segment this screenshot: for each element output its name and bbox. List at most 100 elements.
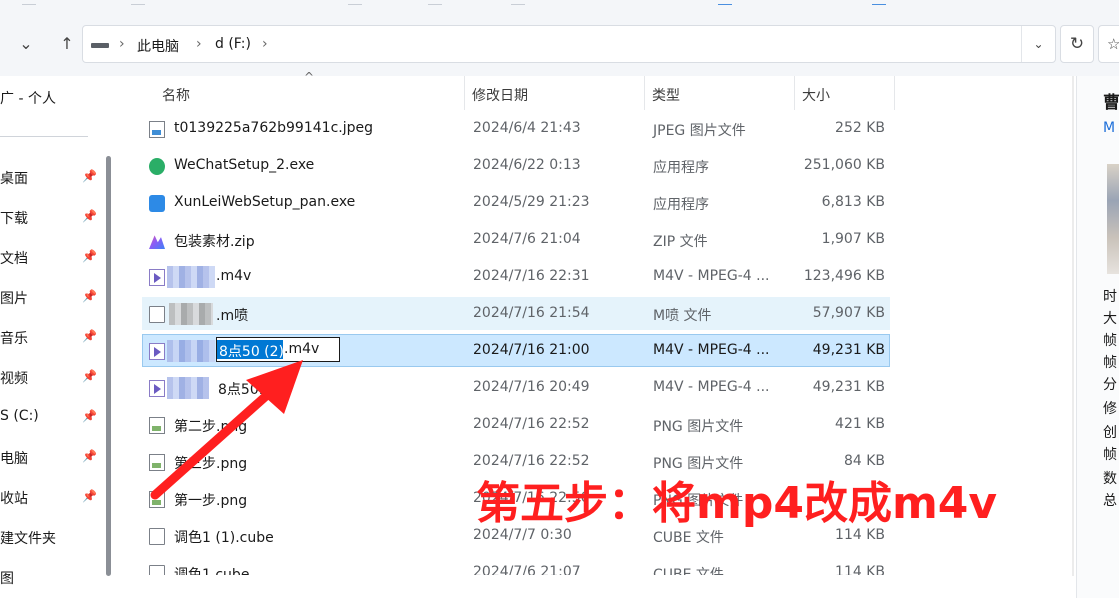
file-type: M4V - MPEG-4 ... [653, 379, 770, 395]
title-bar-strip [0, 0, 1119, 12]
nav-item-label: 电脑 [0, 451, 28, 467]
nav-item-downloads[interactable]: 下载 📌 [0, 204, 100, 230]
png-file-icon [149, 491, 165, 508]
file-date: 2024/7/16 22:31 [473, 268, 590, 284]
column-divider[interactable] [464, 76, 465, 110]
rename-extension: .m4v [284, 341, 320, 357]
file-row[interactable]: 8点50.m4v 2024/7/16 20:49 M4V - MPEG-4 ..… [142, 371, 890, 404]
column-header-size[interactable]: 大小 [802, 85, 830, 105]
file-row[interactable]: WeChatSetup_2.exe 2024/6/22 0:13 应用程序 25… [142, 149, 890, 182]
file-type: M4V - MPEG-4 ... [653, 342, 770, 358]
details-property: 时 [1103, 289, 1117, 305]
chevron-down-icon[interactable]: ⌄ [1021, 26, 1055, 62]
details-property: 总 [1103, 493, 1117, 509]
redacted-filename [167, 377, 209, 399]
search-box[interactable]: ☆ [1098, 25, 1119, 63]
pin-icon: 📌 [82, 169, 97, 183]
nav-item-os-c[interactable]: S (C:) 📌 [0, 404, 100, 430]
details-property: 数 [1103, 471, 1117, 487]
nav-item-label: 视频 [0, 371, 28, 387]
file-date: 2024/7/6 21:07 [473, 564, 581, 576]
breadcrumb-drive-f[interactable]: d (F:) [215, 36, 251, 52]
nav-item-desktop[interactable]: 桌面 📌 [0, 164, 100, 190]
column-divider[interactable] [794, 76, 795, 110]
file-name: 调色1 (1).cube [174, 530, 274, 546]
file-row[interactable]: XunLeiWebSetup_pan.exe 2024/5/29 21:23 应… [142, 186, 890, 219]
file-date: 2024/6/4 21:43 [473, 120, 581, 136]
breadcrumb-separator: › [262, 36, 268, 52]
file-row[interactable]: t0139225a762b99141c.jpeg 2024/6/4 21:43 … [142, 112, 890, 145]
file-row[interactable]: .m喷 2024/7/16 21:54 M喷 文件 57,907 KB [142, 297, 890, 330]
nav-item-new-folder[interactable]: 建文件夹 [0, 524, 100, 550]
details-pane: 曹 M 时 大 帧 帧 分 修 创 帧 数 总 [1076, 76, 1119, 598]
wechat-icon [149, 158, 165, 175]
column-divider[interactable] [644, 76, 645, 110]
file-row[interactable]: 包装素材.zip 2024/7/6 21:04 ZIP 文件 1,907 KB [142, 223, 890, 256]
rename-input[interactable]: 8点50 (2) .m4v [216, 337, 340, 362]
file-size: 421 KB [835, 416, 885, 432]
file-type: 应用程序 [653, 197, 709, 213]
nav-item-recycle-bin[interactable]: 收站 📌 [0, 484, 100, 510]
nav-item-label: 图 [0, 571, 14, 587]
nav-onedrive-title[interactable]: 广 - 个人 [0, 88, 56, 108]
file-name: 第一步.png [174, 493, 248, 509]
file-type: ZIP 文件 [653, 234, 708, 250]
document-icon [149, 528, 165, 545]
drive-icon [91, 43, 109, 48]
list-scrollbar[interactable] [1072, 76, 1074, 576]
nav-item-gif[interactable]: 图 [0, 564, 100, 590]
nav-item-label: 桌面 [0, 171, 28, 187]
nav-item-this-pc[interactable]: 电脑 📌 [0, 444, 100, 470]
pin-icon: 📌 [82, 449, 97, 463]
file-row-selected[interactable]: 8点50 (2) .m4v 2024/7/16 21:00 M4V - MPEG… [142, 334, 890, 367]
video-file-icon [149, 380, 165, 397]
nav-item-documents[interactable]: 文档 📌 [0, 244, 100, 270]
sort-ascending-icon: ^ [304, 70, 315, 84]
xunlei-icon [149, 195, 165, 212]
nav-item-pictures[interactable]: 图片 📌 [0, 284, 100, 310]
recent-locations-chevron-icon[interactable]: ⌄ [14, 32, 38, 56]
file-type: M4V - MPEG-4 ... [653, 268, 770, 284]
nav-scrollbar[interactable] [104, 76, 114, 576]
file-size: 6,813 KB [821, 194, 885, 210]
scrollbar-thumb[interactable] [106, 156, 111, 576]
refresh-icon[interactable]: ↻ [1060, 25, 1094, 63]
details-property: 帧 [1103, 447, 1117, 463]
file-size: 57,907 KB [812, 305, 885, 321]
details-property: 分 [1103, 377, 1117, 393]
up-arrow-icon[interactable]: ↑ [55, 32, 79, 56]
file-date: 2024/7/16 21:00 [473, 342, 590, 358]
nav-item-videos[interactable]: 视频 📌 [0, 364, 100, 390]
file-row[interactable]: 第二步.png 2024/7/16 22:52 PNG 图片文件 421 KB [142, 408, 890, 441]
png-file-icon [149, 417, 165, 434]
annotation-step-five: 第五步：将mp4改成m4v [476, 478, 998, 529]
file-row[interactable]: 调色1.cube 2024/7/6 21:07 CUBE 文件 114 KB [142, 556, 890, 576]
breadcrumb-this-pc[interactable]: 此电脑 [137, 36, 179, 56]
file-name: .m4v [216, 268, 252, 284]
column-divider[interactable] [894, 76, 895, 110]
column-header-date[interactable]: 修改日期 [472, 85, 528, 105]
column-header-type[interactable]: 类型 [652, 85, 680, 105]
address-bar[interactable]: › 此电脑 › d (F:) › ⌄ [82, 25, 1056, 63]
file-name: 调色1.cube [174, 567, 250, 576]
nav-item-label: 建文件夹 [0, 531, 56, 547]
document-icon [149, 565, 165, 575]
details-subtitle: M [1103, 120, 1116, 136]
nav-item-music[interactable]: 音乐 📌 [0, 324, 100, 350]
details-property: 帧 [1103, 333, 1117, 349]
nav-item-label: 收站 [0, 491, 28, 507]
file-type: 应用程序 [653, 160, 709, 176]
pin-icon: 📌 [82, 409, 97, 423]
file-row[interactable]: .m4v 2024/7/16 22:31 M4V - MPEG-4 ... 12… [142, 260, 890, 293]
file-date: 2024/5/29 21:23 [473, 194, 590, 210]
file-name: WeChatSetup_2.exe [174, 157, 315, 173]
column-header-name[interactable]: 名称 [162, 85, 190, 105]
file-type: PNG 图片文件 [653, 419, 744, 435]
details-property: 创 [1103, 425, 1117, 441]
file-date: 2024/7/6 21:04 [473, 231, 581, 247]
pin-icon: 📌 [82, 489, 97, 503]
pin-icon: 📌 [82, 369, 97, 383]
file-size: 252 KB [835, 120, 885, 136]
details-title: 曹 [1103, 93, 1119, 113]
nav-item-label: 图片 [0, 291, 28, 307]
